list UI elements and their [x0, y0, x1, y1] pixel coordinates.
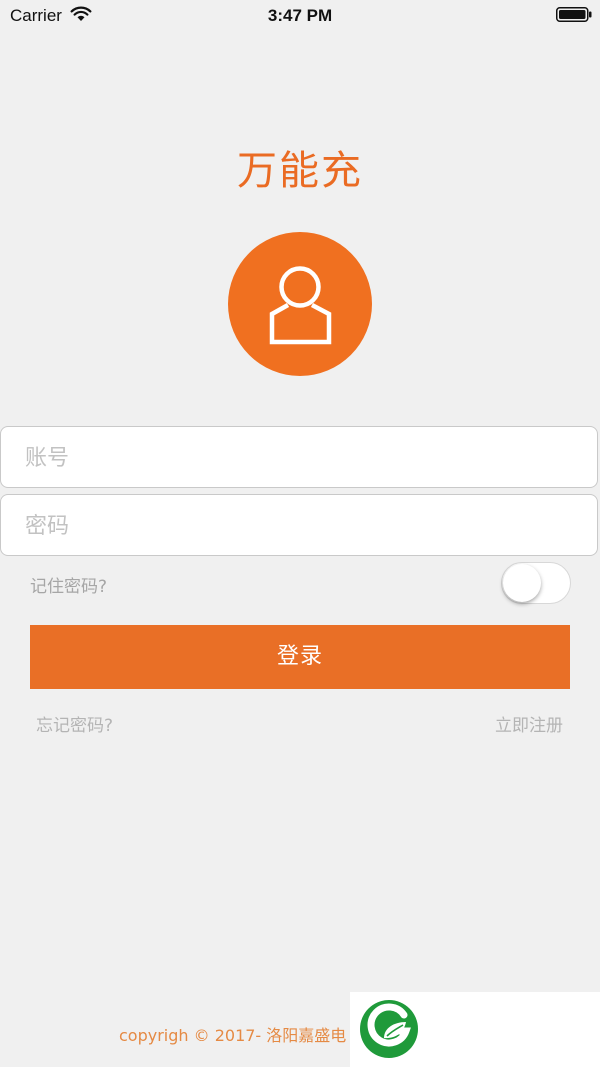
remember-password-toggle[interactable]: [501, 562, 571, 604]
battery-icon: [556, 7, 592, 22]
toggle-knob: [503, 564, 541, 602]
clock-time: 3:47 PM: [267, 6, 333, 25]
leaf-logo-icon: [360, 1000, 418, 1058]
password-field[interactable]: [0, 494, 598, 557]
status-bar: Carrier 3:47 PM: [0, 0, 600, 32]
account-field[interactable]: [0, 426, 598, 489]
app-title: 万能充: [237, 148, 363, 194]
login-button[interactable]: 登录: [30, 625, 570, 689]
user-icon: [269, 266, 332, 345]
watermark-overlay: [350, 992, 600, 1067]
account-input[interactable]: [23, 427, 587, 489]
copyright-text: copyrigh © 2017- 洛阳嘉盛电: [119, 1026, 347, 1045]
register-link[interactable]: 立即注册: [495, 711, 563, 736]
remember-password-label: 记住密码?: [30, 577, 108, 597]
forgot-password-link[interactable]: 忘记密码?: [36, 711, 113, 736]
password-input[interactable]: [23, 495, 587, 557]
avatar: [228, 232, 372, 376]
